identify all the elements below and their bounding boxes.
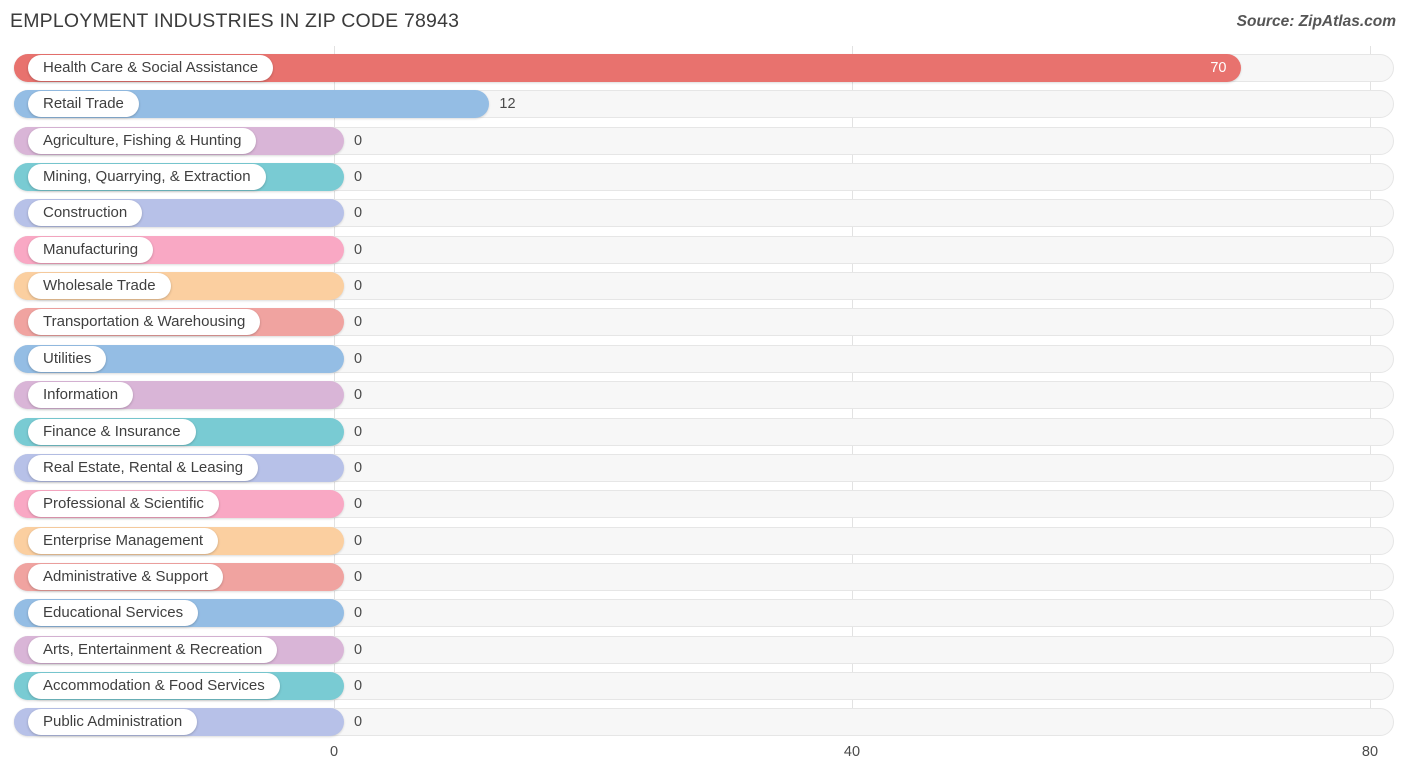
category-label[interactable]: Educational Services [28, 600, 199, 627]
chart-row[interactable]: 0 Public Administration [14, 708, 1394, 737]
chart-row[interactable]: 0 Manufacturing [14, 235, 1394, 264]
bar-value-label: 0 [354, 350, 363, 367]
page-title: EMPLOYMENT INDUSTRIES IN ZIP CODE 78943 [10, 10, 460, 32]
chart-row[interactable]: 0 Educational Services [14, 599, 1394, 628]
x-axis-tick-label: 0 [329, 744, 339, 760]
category-label[interactable]: Information [28, 382, 134, 409]
bar-value-label: 0 [354, 278, 363, 295]
category-label[interactable]: Administrative & Support [28, 563, 224, 590]
category-label[interactable]: Professional & Scientific [28, 491, 219, 518]
category-label[interactable]: Construction [28, 200, 143, 227]
chart-row[interactable]: 0 Enterprise Management [14, 526, 1394, 555]
category-label[interactable]: Retail Trade [28, 91, 139, 118]
category-label[interactable]: Public Administration [28, 709, 198, 736]
bar-value-label: 0 [354, 641, 363, 658]
chart-row[interactable]: 70 Health Care & Social Assistance [14, 54, 1394, 82]
category-label[interactable]: Real Estate, Rental & Leasing [28, 454, 259, 481]
bar-value-label: 70 [1210, 60, 1227, 76]
category-label[interactable]: Manufacturing [28, 236, 154, 263]
chart-row[interactable]: 0 Finance & Insurance [14, 417, 1394, 446]
chart-row[interactable]: 0 Wholesale Trade [14, 272, 1394, 301]
chart-row[interactable]: 0 Mining, Quarrying, & Extraction [14, 163, 1394, 192]
bar-value-label: 0 [354, 459, 363, 476]
chart-row[interactable]: 0 Administrative & Support [14, 562, 1394, 591]
bar-value-label: 0 [354, 205, 363, 222]
chart-row[interactable]: 0 Construction [14, 199, 1394, 228]
chart-row[interactable]: 0 Arts, Entertainment & Recreation [14, 635, 1394, 664]
category-label[interactable]: Finance & Insurance [28, 418, 196, 445]
bar-value-label: 0 [354, 532, 363, 549]
category-label[interactable]: Mining, Quarrying, & Extraction [28, 164, 266, 191]
chart-row[interactable]: 0 Professional & Scientific [14, 490, 1394, 519]
category-label[interactable]: Arts, Entertainment & Recreation [28, 636, 278, 663]
bar-value-label: 0 [354, 568, 363, 585]
bar-value-label: 0 [354, 314, 363, 331]
category-label[interactable]: Wholesale Trade [28, 273, 171, 300]
x-axis-tick-label: 40 [843, 744, 861, 760]
chart-row[interactable]: 0 Transportation & Warehousing [14, 308, 1394, 337]
chart-row[interactable]: 0 Accommodation & Food Services [14, 671, 1394, 700]
category-label[interactable]: Utilities [28, 345, 107, 372]
category-label[interactable]: Enterprise Management [28, 527, 219, 554]
bar-value-label: 0 [354, 677, 363, 694]
bar-value-label: 0 [354, 241, 363, 258]
bar-value-label: 0 [354, 714, 363, 731]
bar-value-label: 12 [499, 96, 516, 113]
bar-value-label: 0 [354, 132, 363, 149]
category-label[interactable]: Health Care & Social Assistance [28, 55, 274, 81]
chart-canvas: EMPLOYMENT INDUSTRIES IN ZIP CODE 78943 … [0, 0, 1406, 776]
bar-value-label: 0 [354, 387, 363, 404]
chart-row[interactable]: 0 Agriculture, Fishing & Hunting [14, 126, 1394, 155]
x-axis-tick-label: 80 [1361, 744, 1379, 760]
bar-value-label: 0 [354, 423, 363, 440]
bar-value-label: 0 [354, 169, 363, 186]
category-label[interactable]: Agriculture, Fishing & Hunting [28, 127, 257, 154]
chart-row[interactable]: 12 Retail Trade [14, 90, 1394, 119]
category-label[interactable]: Transportation & Warehousing [28, 309, 261, 336]
category-label[interactable]: Accommodation & Food Services [28, 672, 280, 699]
source-attribution: Source: ZipAtlas.com [1236, 13, 1396, 30]
x-axis: 0 40 80 [0, 736, 1406, 776]
chart-row[interactable]: 0 Information [14, 381, 1394, 410]
chart-row[interactable]: 0 Real Estate, Rental & Leasing [14, 453, 1394, 482]
chart-row[interactable]: 0 Utilities [14, 344, 1394, 373]
plot-area: 70 Health Care & Social Assistance 12 Retai… [0, 46, 1406, 737]
bar-value-label: 0 [354, 605, 363, 622]
bar-value-label: 0 [354, 496, 363, 513]
